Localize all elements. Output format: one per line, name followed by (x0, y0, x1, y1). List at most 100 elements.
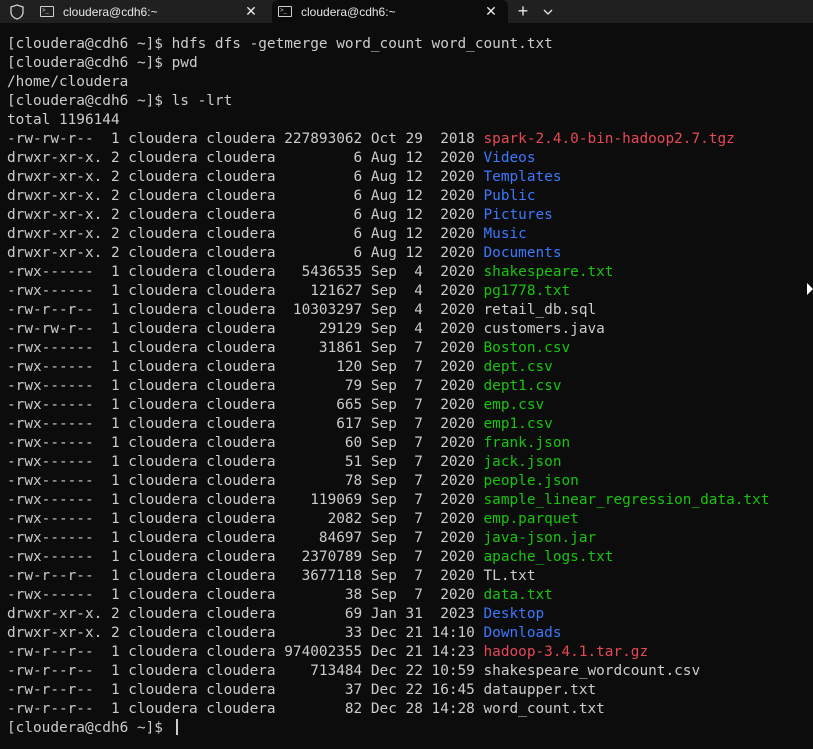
file-name: dept1.csv (483, 378, 562, 394)
terminal-line: -rw-r--r-- 1 cloudera cloudera 10303297 … (7, 301, 813, 320)
file-attributes: -rwx------ 1 cloudera cloudera 665 Sep 7… (7, 397, 484, 413)
file-attributes: -rw-r--r-- 1 cloudera cloudera 82 Dec 28… (7, 701, 484, 717)
terminal-line: -rwx------ 1 cloudera cloudera 119069 Se… (7, 491, 813, 510)
terminal-line: -rw-r--r-- 1 cloudera cloudera 713484 De… (7, 662, 813, 681)
terminal-line: [cloudera@cdh6 ~]$ (7, 719, 813, 738)
new-tab-button[interactable]: + (508, 0, 538, 23)
title-bar: >_ cloudera@cdh6:~ ✕ >_ cloudera@cdh6:~ … (0, 0, 813, 23)
terminal-line: drwxr-xr-x. 2 cloudera cloudera 69 Jan 3… (7, 605, 813, 624)
tab-cloudera-2[interactable]: >_ cloudera@cdh6:~ ✕ (272, 0, 508, 23)
shield-icon[interactable] (0, 0, 34, 23)
file-attributes: -rw-r--r-- 1 cloudera cloudera 3677118 S… (7, 568, 484, 584)
file-name: apache_logs.txt (483, 549, 614, 565)
file-name: java-json.jar (483, 530, 597, 546)
file-attributes: -rwx------ 1 cloudera cloudera 2082 Sep … (7, 511, 484, 527)
file-attributes: -rwx------ 1 cloudera cloudera 121627 Se… (7, 283, 484, 299)
file-attributes: drwxr-xr-x. 2 cloudera cloudera 6 Aug 12… (7, 188, 484, 204)
terminal-line: -rwx------ 1 cloudera cloudera 617 Sep 7… (7, 415, 813, 434)
chevron-down-icon[interactable] (538, 0, 558, 23)
file-name: Downloads (483, 625, 562, 641)
file-attributes: -rwx------ 1 cloudera cloudera 5436535 S… (7, 264, 484, 280)
terminal-line: drwxr-xr-x. 2 cloudera cloudera 6 Aug 12… (7, 206, 813, 225)
shell-prompt: [cloudera@cdh6 ~]$ (7, 720, 172, 736)
terminal-line: -rwx------ 1 cloudera cloudera 60 Sep 7 … (7, 434, 813, 453)
close-icon[interactable]: ✕ (480, 1, 502, 23)
file-name: word_count.txt (483, 701, 605, 717)
file-attributes: -rwx------ 1 cloudera cloudera 78 Sep 7 … (7, 473, 484, 489)
file-attributes: -rwx------ 1 cloudera cloudera 84697 Sep… (7, 530, 484, 546)
terminal-line: [cloudera@cdh6 ~]$ pwd (7, 54, 813, 73)
terminal-line: -rwx------ 1 cloudera cloudera 51 Sep 7 … (7, 453, 813, 472)
file-name: data.txt (483, 587, 553, 603)
file-name: retail_db.sql (483, 302, 597, 318)
file-attributes: -rwx------ 1 cloudera cloudera 60 Sep 7 … (7, 435, 484, 451)
terminal-line: drwxr-xr-x. 2 cloudera cloudera 6 Aug 12… (7, 244, 813, 263)
file-attributes: -rw-r--r-- 1 cloudera cloudera 10303297 … (7, 302, 484, 318)
terminal-line: -rwx------ 1 cloudera cloudera 2082 Sep … (7, 510, 813, 529)
file-attributes: -rwx------ 1 cloudera cloudera 119069 Se… (7, 492, 484, 508)
file-name: people.json (483, 473, 579, 489)
file-attributes: -rw-rw-r-- 1 cloudera cloudera 29129 Sep… (7, 321, 484, 337)
terminal-line: -rwx------ 1 cloudera cloudera 121627 Se… (7, 282, 813, 301)
line-text: [cloudera@cdh6 ~]$ hdfs dfs -getmerge wo… (7, 36, 553, 52)
file-attributes: drwxr-xr-x. 2 cloudera cloudera 33 Dec 2… (7, 625, 484, 641)
terminal-line: -rwx------ 1 cloudera cloudera 38 Sep 7 … (7, 586, 813, 605)
line-text: [cloudera@cdh6 ~]$ ls -lrt (7, 93, 233, 109)
terminal-line: /home/cloudera (7, 73, 813, 92)
file-attributes: drwxr-xr-x. 2 cloudera cloudera 6 Aug 12… (7, 207, 484, 223)
close-icon[interactable]: ✕ (240, 1, 262, 23)
file-name: jack.json (483, 454, 562, 470)
file-name: shakespeare.txt (483, 264, 614, 280)
mouse-cursor-icon (807, 283, 813, 295)
file-name: Pictures (483, 207, 553, 223)
tab-label: cloudera@cdh6:~ (301, 4, 396, 19)
file-name: emp.csv (483, 397, 545, 413)
file-attributes: -rwx------ 1 cloudera cloudera 2370789 S… (7, 549, 484, 565)
terminal-line: [cloudera@cdh6 ~]$ ls -lrt (7, 92, 813, 111)
file-name: TL.txt (483, 568, 536, 584)
terminal-icon: >_ (40, 6, 54, 17)
file-name: customers.java (483, 321, 605, 337)
file-attributes: -rw-rw-r-- 1 cloudera cloudera 227893062… (7, 131, 484, 147)
file-name: emp.parquet (483, 511, 579, 527)
file-attributes: -rwx------ 1 cloudera cloudera 31861 Sep… (7, 340, 484, 356)
terminal-line: -rwx------ 1 cloudera cloudera 120 Sep 7… (7, 358, 813, 377)
file-attributes: -rwx------ 1 cloudera cloudera 120 Sep 7… (7, 359, 484, 375)
terminal-line: -rwx------ 1 cloudera cloudera 79 Sep 7 … (7, 377, 813, 396)
file-name: spark-2.4.0-bin-hadoop2.7.tgz (483, 131, 735, 147)
terminal-line: -rwx------ 1 cloudera cloudera 5436535 S… (7, 263, 813, 282)
file-name: dept.csv (483, 359, 553, 375)
terminal-line: drwxr-xr-x. 2 cloudera cloudera 33 Dec 2… (7, 624, 813, 643)
file-attributes: -rw-r--r-- 1 cloudera cloudera 37 Dec 22… (7, 682, 484, 698)
line-text: total 1196144 (7, 112, 120, 128)
line-text: [cloudera@cdh6 ~]$ pwd (7, 55, 198, 71)
file-name: Templates (483, 169, 562, 185)
terminal-line: drwxr-xr-x. 2 cloudera cloudera 6 Aug 12… (7, 225, 813, 244)
file-name: Music (483, 226, 527, 242)
file-attributes: -rw-r--r-- 1 cloudera cloudera 713484 De… (7, 663, 484, 679)
file-attributes: -rwx------ 1 cloudera cloudera 79 Sep 7 … (7, 378, 484, 394)
file-attributes: -rwx------ 1 cloudera cloudera 51 Sep 7 … (7, 454, 484, 470)
terminal-line: -rwx------ 1 cloudera cloudera 2370789 S… (7, 548, 813, 567)
file-name: shakespeare_wordcount.csv (483, 663, 701, 679)
terminal-line: drwxr-xr-x. 2 cloudera cloudera 6 Aug 12… (7, 149, 813, 168)
terminal-line: -rw-rw-r-- 1 cloudera cloudera 29129 Sep… (7, 320, 813, 339)
terminal-line: -rwx------ 1 cloudera cloudera 78 Sep 7 … (7, 472, 813, 491)
terminal-line: drwxr-xr-x. 2 cloudera cloudera 6 Aug 12… (7, 168, 813, 187)
file-attributes: drwxr-xr-x. 2 cloudera cloudera 69 Jan 3… (7, 606, 484, 622)
terminal-output[interactable]: [cloudera@cdh6 ~]$ hdfs dfs -getmerge wo… (0, 23, 813, 749)
file-attributes: drwxr-xr-x. 2 cloudera cloudera 6 Aug 12… (7, 245, 484, 261)
file-attributes: drwxr-xr-x. 2 cloudera cloudera 6 Aug 12… (7, 150, 484, 166)
file-name: Public (483, 188, 536, 204)
tab-label: cloudera@cdh6:~ (63, 4, 158, 19)
file-name: Videos (483, 150, 536, 166)
tab-cloudera-1[interactable]: >_ cloudera@cdh6:~ ✕ (34, 0, 268, 23)
file-name: pg1778.txt (483, 283, 571, 299)
file-name: frank.json (483, 435, 571, 451)
file-name: Documents (483, 245, 562, 261)
text-cursor (175, 719, 178, 735)
file-attributes: -rw-r--r-- 1 cloudera cloudera 974002355… (7, 644, 484, 660)
file-attributes: -rwx------ 1 cloudera cloudera 38 Sep 7 … (7, 587, 484, 603)
file-name: Desktop (483, 606, 545, 622)
terminal-line: drwxr-xr-x. 2 cloudera cloudera 6 Aug 12… (7, 187, 813, 206)
